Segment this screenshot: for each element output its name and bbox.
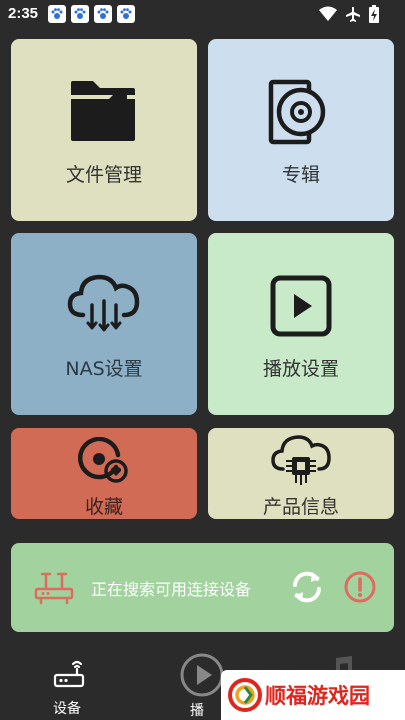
cloud-download-icon [67, 273, 141, 339]
status-time: 2:35 [8, 5, 39, 22]
nav-tab-devices[interactable]: 设备 [48, 658, 90, 718]
folder-icon [69, 79, 139, 147]
connection-status-text: 正在搜索可用连接设备 [91, 580, 252, 599]
play-circle-icon [179, 652, 225, 702]
refresh-icon[interactable] [290, 569, 324, 609]
cloud-chip-icon [271, 433, 331, 491]
tile-album[interactable]: 专辑 [208, 39, 394, 221]
tile-label: 专辑 [281, 164, 320, 186]
tile-label: NAS设置 [65, 358, 143, 380]
notification-icons [48, 5, 135, 23]
tile-label: 文件管理 [65, 164, 142, 186]
router-icon [33, 571, 75, 609]
status-bar: 2:35 [0, 0, 405, 28]
watermark-text: 顺福游戏园 [265, 684, 370, 708]
paw-icon [117, 5, 135, 23]
play-icon [269, 274, 333, 342]
favorite-disc-icon [78, 436, 130, 487]
system-icons [319, 5, 379, 27]
watermark-logo-icon [227, 675, 263, 719]
watermark-banner: 顺福游戏园 [221, 670, 405, 720]
tile-playback-settings[interactable]: 播放设置 [208, 233, 394, 415]
wifi-icon [319, 6, 337, 26]
paw-icon [94, 5, 112, 23]
alert-icon[interactable] [343, 570, 377, 608]
battery-charging-icon [369, 5, 379, 27]
tile-file-management[interactable]: 文件管理 [11, 39, 197, 221]
tile-label: 播放设置 [262, 358, 339, 380]
airplane-icon [345, 6, 361, 26]
disc-icon [266, 79, 336, 149]
router-icon [52, 658, 86, 694]
paw-icon [71, 5, 89, 23]
nav-label: 播 [190, 703, 204, 719]
tile-favorites[interactable]: 收藏 [11, 428, 197, 519]
tile-label: 产品信息 [262, 496, 339, 518]
tile-nas-settings[interactable]: NAS设置 [11, 233, 197, 415]
connection-status-bar[interactable]: 正在搜索可用连接设备 [11, 543, 394, 632]
tile-label: 收藏 [84, 496, 123, 518]
paw-icon [48, 5, 66, 23]
tile-product-info[interactable]: 产品信息 [208, 428, 394, 519]
nav-label: 设备 [53, 701, 81, 717]
